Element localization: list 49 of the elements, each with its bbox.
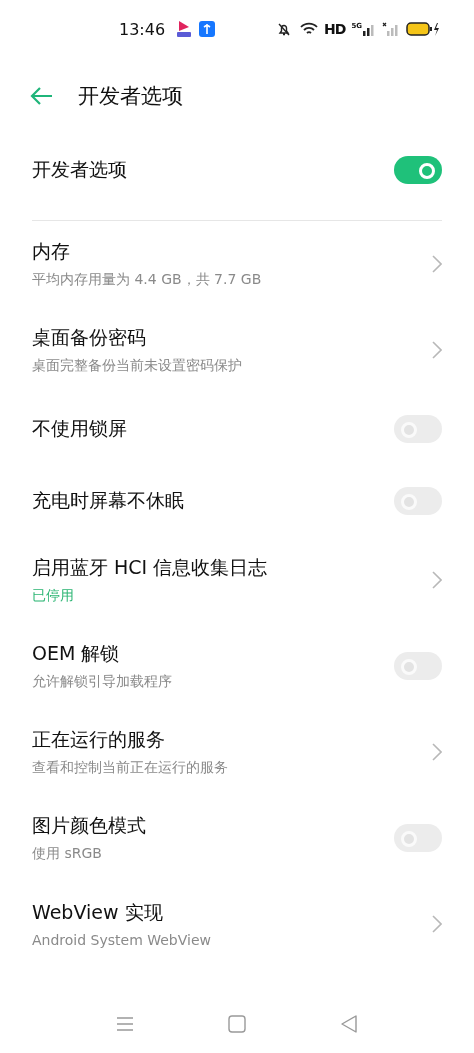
setting-title: OEM 解锁 [32, 641, 121, 666]
setting-title: 桌面备份密码 [32, 325, 147, 350]
chevron-icon [432, 255, 442, 273]
setting-title: WebView 实现 [32, 900, 164, 925]
back-arrow-icon[interactable] [30, 86, 54, 106]
app-icon [199, 21, 216, 37]
setting-title: 正在运行的服务 [32, 727, 166, 752]
setting-subtitle: Android System WebView [32, 932, 211, 948]
setting-title: 不使用锁屏 [32, 416, 127, 441]
signal-icon [362, 22, 376, 36]
setting-row[interactable]: 内存 平均内存用量为 4.4 GB，共 7.7 GB [0, 221, 474, 307]
wifi-icon [300, 22, 319, 36]
setting-subtitle: 平均内存用量为 4.4 GB，共 7.7 GB [32, 271, 262, 289]
status-time: 13:46 [119, 19, 166, 39]
setting-row[interactable]: OEM 解锁 允许解锁引导加载程序 [0, 623, 474, 709]
setting-subtitle: 使用 sRGB [32, 845, 103, 863]
toggle-switch[interactable] [394, 415, 442, 443]
chevron-icon [432, 341, 442, 359]
toggle-switch[interactable] [394, 652, 442, 680]
chevron-icon [432, 743, 442, 761]
setting-row[interactable]: WebView 实现 Android System WebView [0, 881, 474, 967]
app-icon [175, 20, 194, 38]
setting-title: 图片颜色模式 [32, 813, 146, 838]
back-icon[interactable] [340, 1015, 358, 1033]
battery-icon [406, 22, 440, 36]
toggle-switch[interactable] [394, 824, 442, 852]
chevron-icon [432, 915, 442, 933]
chevron-icon [432, 571, 442, 589]
setting-subtitle: 桌面完整备份当前未设置密码保护 [32, 357, 242, 375]
setting-row[interactable]: 桌面备份密码 桌面完整备份当前未设置密码保护 [0, 307, 474, 393]
setting-row[interactable]: 正在运行的服务 查看和控制当前正在运行的服务 [0, 709, 474, 795]
setting-title: 充电时屏幕不休眠 [32, 488, 184, 513]
toggle-switch[interactable] [394, 487, 442, 515]
setting-row[interactable]: 充电时屏幕不休眠 [0, 465, 474, 537]
home-icon[interactable] [228, 1015, 246, 1033]
menu-icon[interactable] [116, 1016, 134, 1032]
setting-subtitle: 已停用 [32, 587, 75, 605]
signal-icon [382, 22, 400, 36]
setting-row[interactable]: 不使用锁屏 [0, 393, 474, 465]
setting-title: 内存 [32, 239, 71, 264]
setting-row[interactable]: 图片颜色模式 使用 sRGB [0, 795, 474, 881]
page-title: 开发者选项 [78, 83, 183, 110]
setting-subtitle: 查看和控制当前正在运行的服务 [32, 759, 228, 777]
setting-subtitle: 允许解锁引导加载程序 [32, 673, 172, 691]
setting-row[interactable]: 启用蓝牙 HCI 信息收集日志 已停用 [0, 537, 474, 623]
setting-title: 启用蓝牙 HCI 信息收集日志 [32, 555, 268, 580]
toggle-switch[interactable] [394, 156, 442, 184]
setting-label: 开发者选项 [32, 157, 127, 182]
network-label: HD [324, 21, 346, 37]
